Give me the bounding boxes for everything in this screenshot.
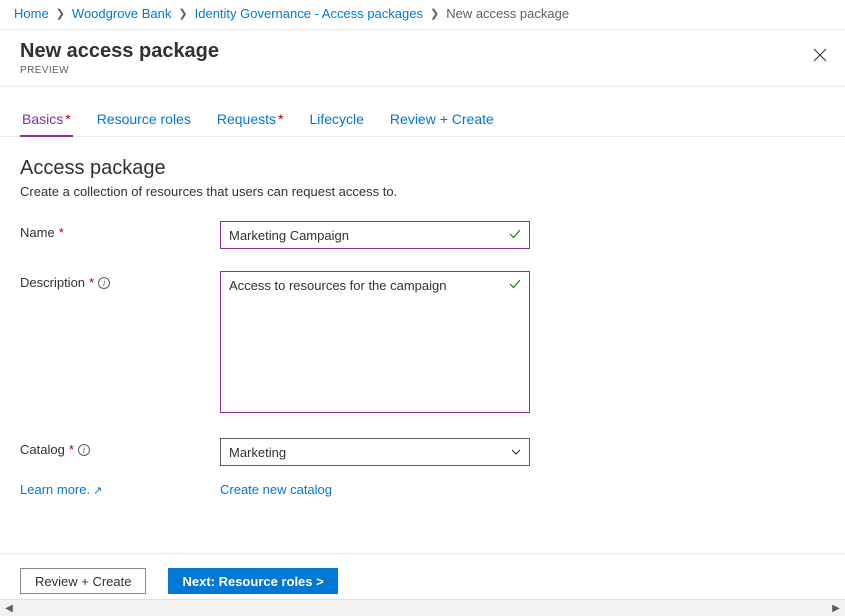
page-header: New access package PREVIEW: [0, 30, 845, 87]
tab-review-create[interactable]: Review + Create: [388, 107, 496, 137]
links-row: Learn more.↗ Create new catalog: [20, 482, 825, 497]
form-row-name: Name *: [20, 221, 825, 249]
breadcrumb-woodgrove[interactable]: Woodgrove Bank: [72, 6, 172, 21]
section-description: Create a collection of resources that us…: [20, 184, 825, 199]
required-marker: *: [65, 111, 70, 127]
tab-label: Basics: [22, 111, 63, 127]
tab-label: Review + Create: [390, 111, 494, 127]
learn-more-link[interactable]: Learn more.↗: [20, 482, 102, 497]
tab-resource-roles[interactable]: Resource roles: [95, 107, 193, 137]
form-row-catalog: Catalog * i Marketing: [20, 438, 825, 466]
tab-label: Requests: [217, 111, 276, 127]
tab-bar: Basics* Resource roles Requests* Lifecyc…: [0, 87, 845, 137]
required-marker: *: [59, 225, 64, 240]
tab-label: Resource roles: [97, 111, 191, 127]
description-label: Description * i: [20, 271, 220, 290]
close-icon: [813, 48, 827, 62]
required-marker: *: [89, 275, 94, 290]
name-input[interactable]: [220, 221, 530, 249]
chevron-right-icon: ❯: [56, 7, 65, 20]
chevron-right-icon: ❯: [430, 7, 439, 20]
info-icon[interactable]: i: [78, 444, 90, 456]
scroll-left-icon[interactable]: ◀: [2, 601, 16, 615]
footer-bar: Review + Create Next: Resource roles >: [0, 553, 845, 594]
scroll-right-icon[interactable]: ▶: [829, 601, 843, 615]
tab-label: Lifecycle: [309, 111, 363, 127]
review-create-button[interactable]: Review + Create: [20, 568, 146, 594]
page-title: New access package: [20, 40, 825, 63]
info-icon[interactable]: i: [98, 277, 110, 289]
section-title: Access package: [20, 157, 825, 180]
tab-requests[interactable]: Requests*: [215, 107, 286, 137]
breadcrumb: Home ❯ Woodgrove Bank ❯ Identity Governa…: [0, 0, 845, 30]
tab-basics[interactable]: Basics*: [20, 107, 73, 137]
catalog-value: Marketing: [229, 445, 286, 460]
tab-lifecycle[interactable]: Lifecycle: [307, 107, 365, 137]
preview-badge: PREVIEW: [20, 65, 825, 76]
description-input[interactable]: [220, 271, 530, 413]
breadcrumb-home[interactable]: Home: [14, 6, 49, 21]
close-button[interactable]: [809, 44, 831, 66]
catalog-label: Catalog * i: [20, 438, 220, 457]
form-row-description: Description * i: [20, 271, 825, 416]
horizontal-scrollbar[interactable]: ◀ ▶: [0, 599, 845, 616]
name-label: Name *: [20, 221, 220, 240]
catalog-select[interactable]: Marketing: [220, 438, 530, 466]
breadcrumb-current: New access package: [446, 6, 569, 21]
external-link-icon: ↗: [93, 485, 102, 497]
create-catalog-link[interactable]: Create new catalog: [220, 482, 332, 497]
chevron-right-icon: ❯: [178, 7, 187, 20]
next-button[interactable]: Next: Resource roles >: [168, 568, 337, 594]
required-marker: *: [69, 442, 74, 457]
required-marker: *: [278, 111, 283, 127]
breadcrumb-identity-governance[interactable]: Identity Governance - Access packages: [195, 6, 423, 21]
content-area: Access package Create a collection of re…: [0, 137, 845, 497]
